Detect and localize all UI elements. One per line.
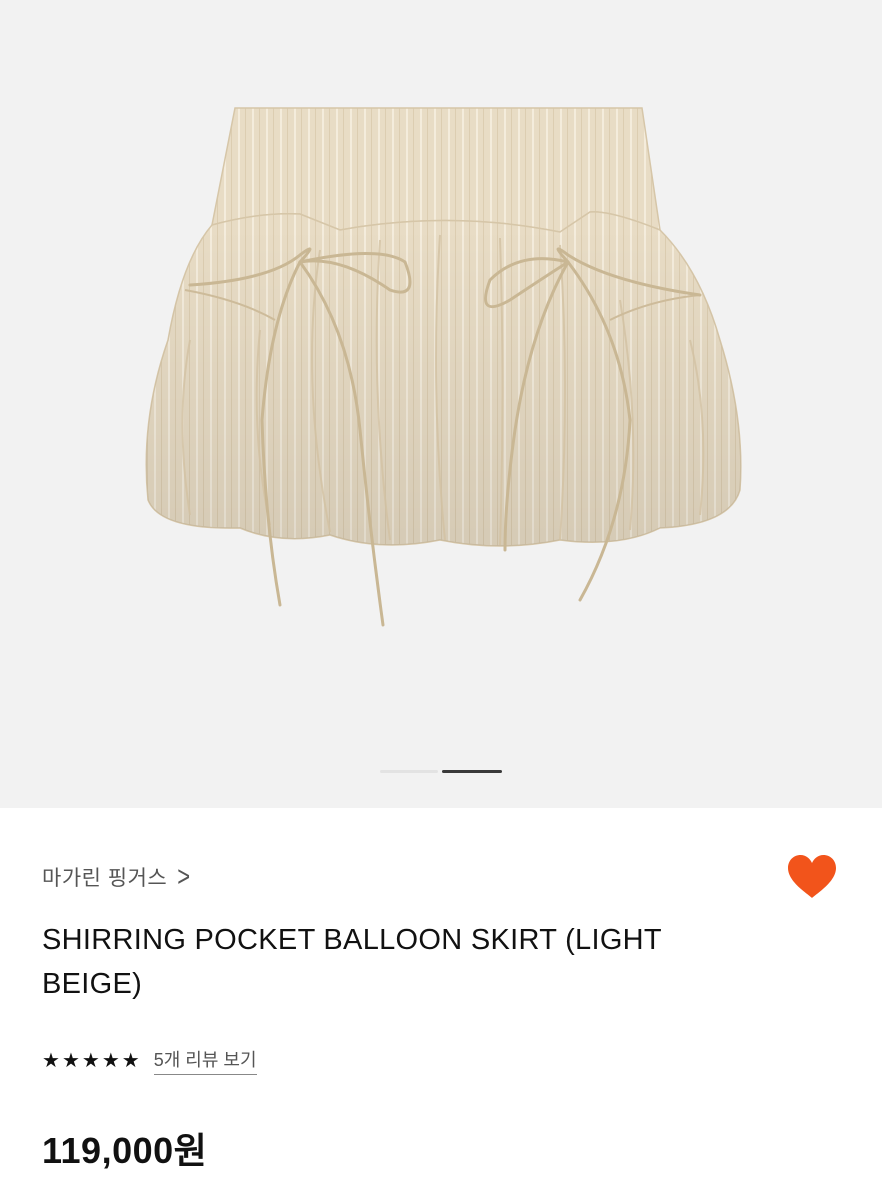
product-title: SHIRRING POCKET BALLOON SKIRT (LIGHT BEI…: [42, 924, 662, 1000]
star-icon: ★: [61, 1049, 80, 1072]
star-icon: ★: [101, 1049, 120, 1072]
rating-row: ★ ★ ★ ★ ★ 5개 리뷰 보기: [42, 1046, 257, 1075]
chevron-right-icon: >: [177, 860, 191, 893]
brand-link[interactable]: 마가린 핑거스 >: [42, 860, 191, 893]
product-image: [145, 107, 742, 627]
star-icon: ★: [121, 1049, 140, 1072]
product-info: 마가린 핑거스 > SHIRRING POCKET BALLOON SKIRT …: [0, 808, 882, 1200]
carousel-dot-2-active[interactable]: [442, 770, 502, 773]
carousel-dot-1[interactable]: [380, 770, 438, 773]
brand-name: 마가린 핑거스: [42, 867, 168, 890]
product-image-gallery[interactable]: [0, 0, 882, 808]
star-icon: ★: [81, 1049, 100, 1072]
product-price: 119,000원: [42, 1130, 208, 1171]
star-icon: ★: [42, 1049, 60, 1072]
review-link[interactable]: 5개 리뷰 보기: [153, 1046, 257, 1075]
carousel-indicator[interactable]: [380, 770, 502, 774]
heart-icon[interactable]: [786, 854, 838, 900]
star-rating: ★ ★ ★ ★ ★: [42, 1051, 140, 1071]
